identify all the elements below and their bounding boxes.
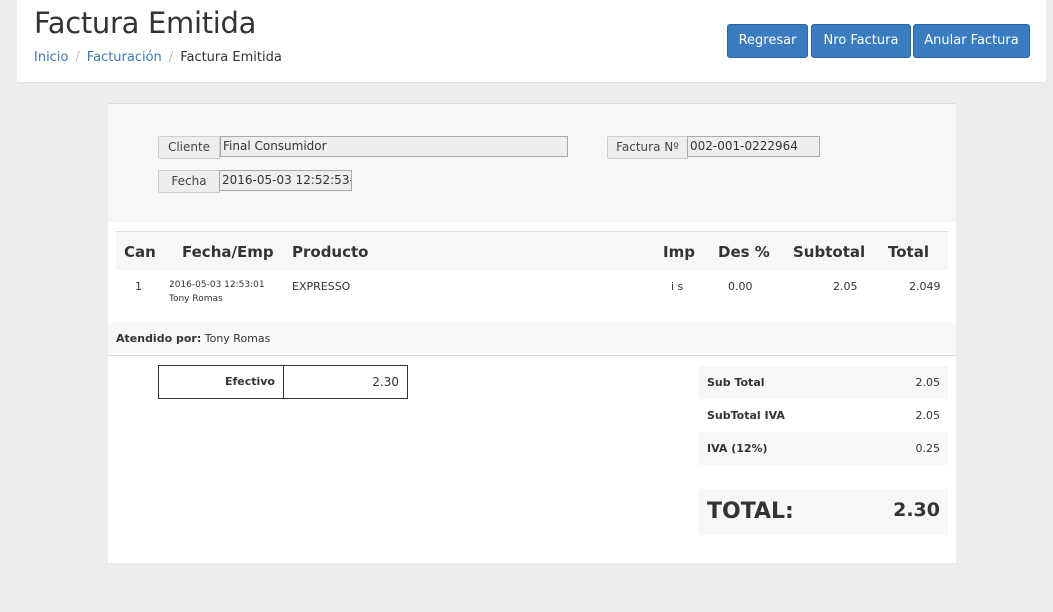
iva-row: IVA (12%) 0.25: [699, 432, 948, 465]
invoice-card: Cliente Final Consumidor Factura Nº 002-…: [108, 103, 956, 563]
date-field[interactable]: 2016-05-03 12:52:53-05: [219, 170, 352, 191]
invoice-number-button[interactable]: Nro Factura: [811, 24, 911, 58]
row-discount: 0.00: [728, 280, 753, 293]
grand-total: TOTAL: 2.30: [699, 489, 948, 535]
attended-by: Atendido por: Tony Romas: [108, 322, 956, 356]
breadcrumb-separator: /: [168, 50, 174, 65]
row-subtotal: 2.05: [833, 280, 858, 293]
table-row: 1 2016-05-03 12:53:01 Tony Romas EXPRESS…: [116, 270, 948, 322]
back-button[interactable]: Regresar: [727, 24, 808, 58]
column-header-product: Producto: [292, 243, 369, 261]
page-header: Factura Emitida Inicio / Facturación / F…: [17, 0, 1046, 83]
date-label: Fecha: [158, 170, 220, 193]
totals-table: Sub Total 2.05 SubTotal IVA 2.05 IVA (12…: [699, 366, 948, 465]
invoice-form: Cliente Final Consumidor Factura Nº 002-…: [108, 104, 956, 222]
column-header-total: Total: [888, 243, 929, 261]
payment-table: Efectivo 2.30: [158, 365, 408, 399]
subtotal-iva-row: SubTotal IVA 2.05: [699, 399, 948, 432]
breadcrumb-current: Factura Emitida: [180, 50, 282, 65]
invoice-number-field[interactable]: 002-001-0222964: [687, 136, 820, 157]
subtotal-row: Sub Total 2.05: [699, 366, 948, 399]
row-product: EXPRESSO: [292, 280, 351, 293]
column-header-date: Fecha/Emp: [182, 243, 274, 261]
grand-total-value: 2.30: [893, 499, 940, 521]
row-employee: Tony Romas: [169, 294, 223, 304]
payment-method: Efectivo: [159, 366, 284, 398]
row-date: 2016-05-03 12:53:01: [169, 280, 265, 290]
row-qty: 1: [135, 280, 142, 293]
attended-by-value: Tony Romas: [204, 332, 271, 345]
column-header-subtotal: Subtotal: [793, 243, 866, 261]
iva-label: IVA (12%): [707, 442, 768, 455]
iva-value: 0.25: [915, 442, 941, 455]
invoice-number-label: Factura Nº: [607, 136, 688, 159]
breadcrumb-facturacion[interactable]: Facturación: [87, 50, 162, 65]
row-tax: i s: [671, 280, 684, 293]
client-field[interactable]: Final Consumidor: [220, 136, 568, 157]
row-total: 2.049: [909, 280, 941, 293]
subtotal-iva-label: SubTotal IVA: [707, 409, 785, 422]
breadcrumb-inicio[interactable]: Inicio: [34, 50, 68, 65]
subtotal-value: 2.05: [915, 376, 941, 389]
payment-amount: 2.30: [372, 375, 399, 389]
attended-by-label: Atendido por:: [116, 332, 202, 345]
subtotal-label: Sub Total: [707, 376, 765, 389]
items-table-header: Can Fecha/Emp Producto Imp Des % Subtota…: [116, 231, 948, 270]
client-label: Cliente: [158, 136, 220, 159]
column-header-tax: Imp: [663, 243, 695, 261]
grand-total-label: TOTAL:: [707, 499, 794, 524]
cancel-invoice-button[interactable]: Anular Factura: [913, 24, 1030, 58]
column-header-discount: Des %: [718, 243, 770, 261]
items-table: Can Fecha/Emp Producto Imp Des % Subtota…: [116, 231, 948, 322]
breadcrumb-separator: /: [75, 50, 80, 65]
page-title: Factura Emitida: [34, 6, 257, 40]
column-header-qty: Can: [124, 243, 156, 261]
subtotal-iva-value: 2.05: [915, 409, 941, 422]
breadcrumb: Inicio / Facturación / Factura Emitida: [34, 50, 282, 65]
